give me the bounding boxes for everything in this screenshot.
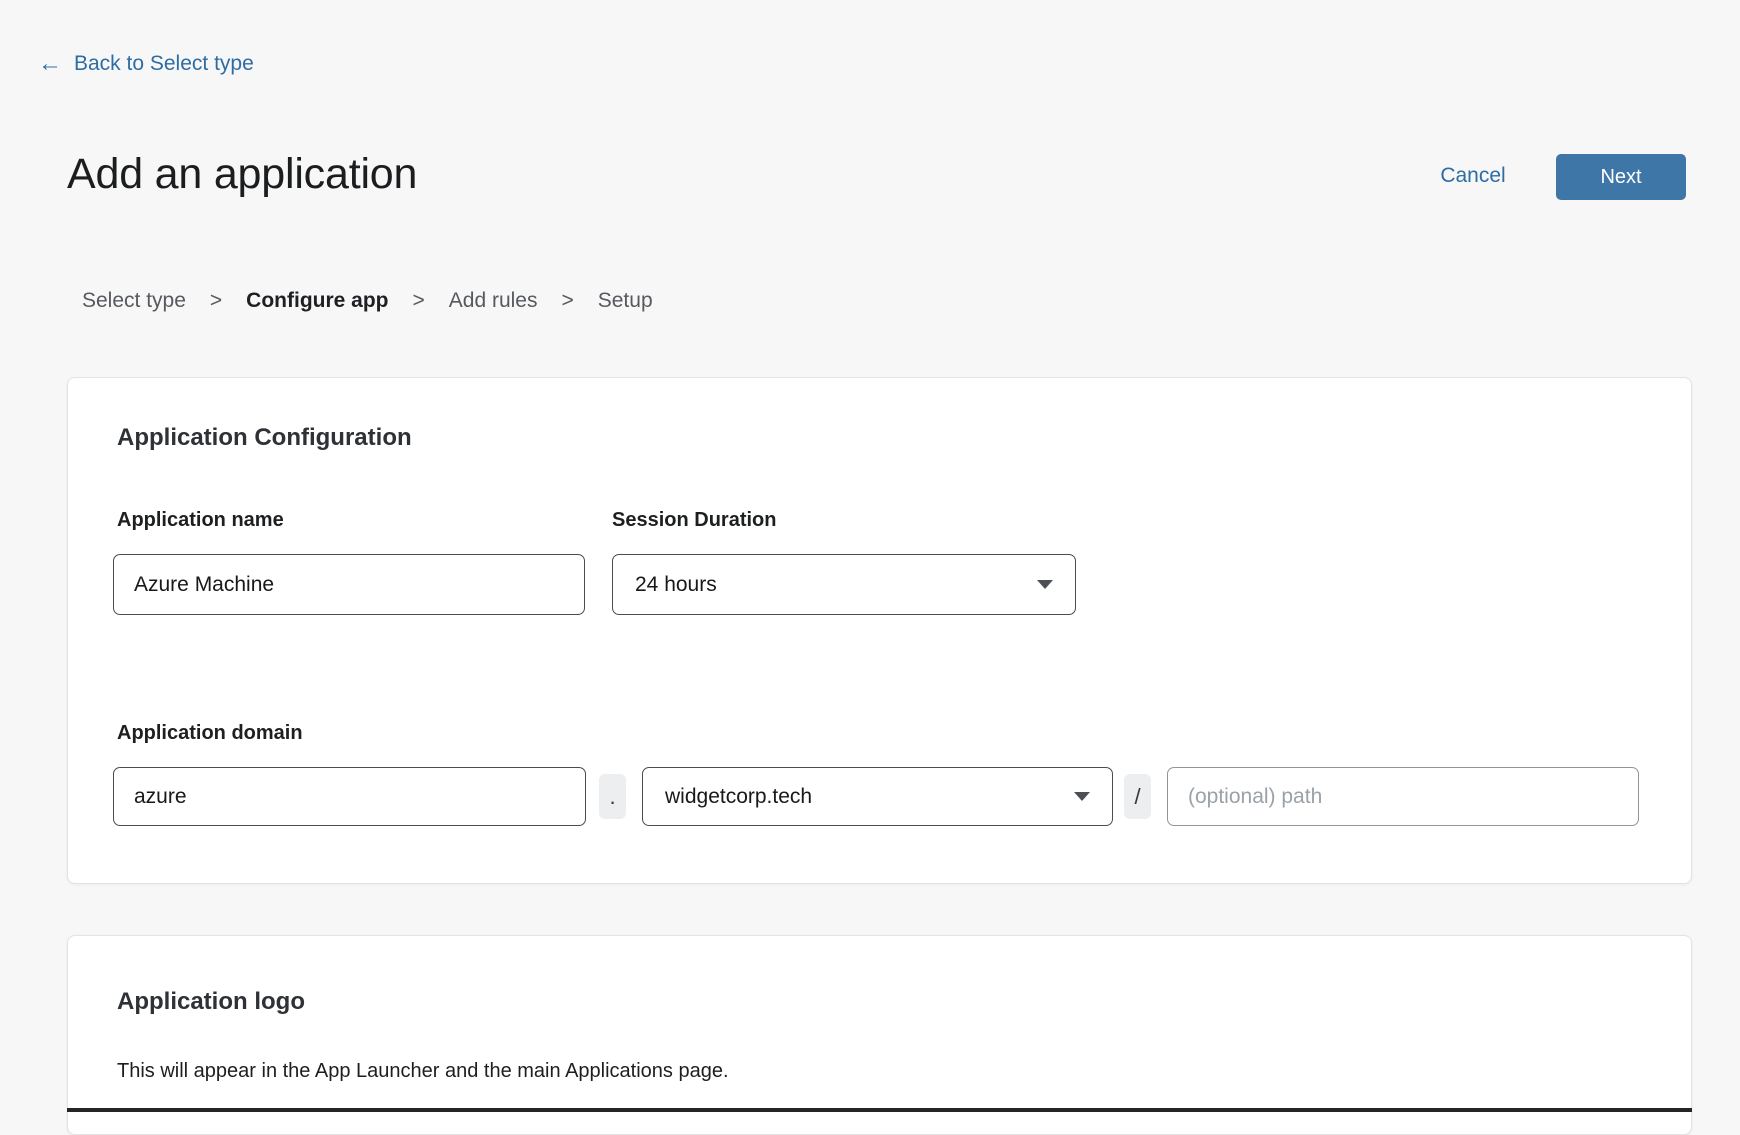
- next-button[interactable]: Next: [1556, 154, 1686, 200]
- chevron-down-icon: [1074, 792, 1090, 801]
- cancel-button[interactable]: Cancel: [1428, 164, 1518, 188]
- wizard-breadcrumb: Select type > Configure app > Add rules …: [82, 289, 653, 313]
- logo-card-description: This will appear in the App Launcher and…: [117, 1060, 729, 1083]
- add-application-page: ← Back to Select type Add an application…: [0, 0, 1740, 1112]
- breadcrumb-step-setup: Setup: [598, 289, 653, 313]
- breadcrumb-separator: >: [561, 289, 573, 313]
- breadcrumb-separator: >: [413, 289, 425, 313]
- session-duration-value: 24 hours: [635, 573, 717, 597]
- application-domain-label: Application domain: [117, 722, 303, 745]
- session-duration-label: Session Duration: [612, 509, 776, 532]
- back-arrow-icon: ←: [38, 52, 62, 76]
- subdomain-input[interactable]: [113, 767, 586, 826]
- domain-select-value: widgetcorp.tech: [665, 785, 812, 809]
- breadcrumb-separator: >: [210, 289, 222, 313]
- domain-select[interactable]: widgetcorp.tech: [642, 767, 1113, 826]
- logo-card-title: Application logo: [117, 988, 305, 1016]
- application-logo-card: Application logo This will appear in the…: [67, 935, 1692, 1135]
- configuration-card-title: Application Configuration: [117, 424, 412, 452]
- breadcrumb-step-add-rules: Add rules: [449, 289, 538, 313]
- bottom-section-edge: [67, 1108, 1692, 1112]
- application-name-input[interactable]: [113, 554, 585, 615]
- application-configuration-card: Application Configuration Application na…: [67, 377, 1692, 884]
- application-name-label: Application name: [117, 509, 284, 532]
- dot-separator-chip: .: [599, 774, 626, 819]
- session-duration-select[interactable]: 24 hours: [612, 554, 1076, 615]
- back-link-label: Back to Select type: [74, 52, 254, 76]
- breadcrumb-step-configure-app: Configure app: [246, 289, 388, 313]
- page-title: Add an application: [67, 150, 417, 199]
- path-input[interactable]: [1167, 767, 1639, 826]
- chevron-down-icon: [1037, 580, 1053, 589]
- breadcrumb-step-select-type: Select type: [82, 289, 186, 313]
- back-to-select-type-link[interactable]: ← Back to Select type: [38, 52, 254, 76]
- slash-separator-chip: /: [1124, 774, 1151, 819]
